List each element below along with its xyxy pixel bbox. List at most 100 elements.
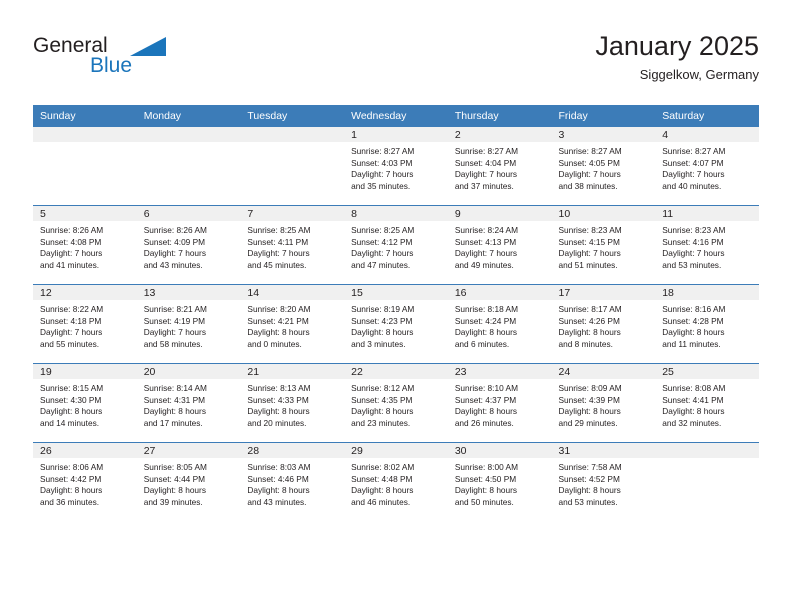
calendar-day-cell[interactable]: 24 Sunrise: 8:09 AM Sunset: 4:39 PM Dayligh… xyxy=(551,363,656,443)
day-sunrise-text: Sunrise: 8:21 AM xyxy=(143,304,207,314)
calendar-day-cell[interactable]: 11 Sunrise: 8:23 AM Sunset: 4:16 PM Dayligh… xyxy=(655,205,759,285)
day-sunset-text: Sunset: 4:28 PM xyxy=(662,315,724,326)
day-cell-details: Sunrise: 8:26 AM Sunset: 4:08 PM Daylight:… xyxy=(33,221,137,271)
calendar-day-cell[interactable]: 22 Sunrise: 8:12 AM Sunset: 4:35 PM Dayligh… xyxy=(344,363,448,443)
calendar-week-row: 1 Sunrise: 8:27 AM Sunset: 4:03 PM Daylight… xyxy=(33,127,759,206)
day-daylight1-text: Daylight: 8 hours xyxy=(143,406,206,417)
day-sunrise-text: Sunrise: 8:17 AM xyxy=(558,304,622,314)
day-sunset-text: Sunset: 4:11 PM xyxy=(247,236,309,247)
day-daylight2-text: and 45 minutes. xyxy=(247,259,307,270)
day-sunset-text: Sunset: 4:26 PM xyxy=(558,315,620,326)
day-daylight1-text: Daylight: 7 hours xyxy=(454,248,518,259)
day-cell-details: Sunrise: 8:18 AM Sunset: 4:24 PM Daylight:… xyxy=(448,300,552,350)
calendar-day-cell[interactable]: 20 Sunrise: 8:14 AM Sunset: 4:31 PM Dayligh… xyxy=(136,363,241,443)
calendar-week-row: 12 Sunrise: 8:22 AM Sunset: 4:18 PM Dayligh… xyxy=(33,284,759,364)
day-daylight1-text: Daylight: 8 hours xyxy=(247,406,310,417)
calendar-day-cell[interactable]: 5 Sunrise: 8:26 AM Sunset: 4:08 PM Daylight… xyxy=(33,205,137,285)
day-number: 17 xyxy=(551,285,656,300)
day-sunrise-text: Sunrise: 8:15 AM xyxy=(40,383,104,393)
calendar-day-cell[interactable]: 27 Sunrise: 8:05 AM Sunset: 4:44 PM Dayligh… xyxy=(136,442,241,521)
weekday-header-thursday: Thursday xyxy=(447,105,552,127)
calendar-day-cell[interactable]: 9 Sunrise: 8:24 AM Sunset: 4:13 PM Daylight… xyxy=(447,205,552,285)
day-daylight1-text: Daylight: 7 hours xyxy=(40,248,103,259)
day-cell-details: Sunrise: 8:22 AM Sunset: 4:18 PM Daylight:… xyxy=(33,300,137,350)
page-title: January 2025 xyxy=(595,31,759,61)
day-number: 28 xyxy=(240,443,345,458)
day-daylight2-text: and 47 minutes. xyxy=(351,259,411,270)
calendar-day-cell[interactable]: 7 Sunrise: 8:25 AM Sunset: 4:11 PM Daylight… xyxy=(240,205,345,285)
calendar-day-cell[interactable]: 29 Sunrise: 8:02 AM Sunset: 4:48 PM Dayligh… xyxy=(344,442,448,521)
calendar-day-cell[interactable]: 31 Sunrise: 7:58 AM Sunset: 4:52 PM Dayligh… xyxy=(551,442,656,521)
day-daylight2-text: and 20 minutes. xyxy=(247,417,307,428)
day-daylight1-text: Daylight: 8 hours xyxy=(454,406,518,417)
day-daylight1-text: Daylight: 8 hours xyxy=(247,485,310,496)
day-daylight2-text: and 32 minutes. xyxy=(662,417,722,428)
day-cell-details: Sunrise: 8:27 AM Sunset: 4:04 PM Daylight:… xyxy=(448,142,552,192)
calendar-day-cell[interactable]: 1 Sunrise: 8:27 AM Sunset: 4:03 PM Daylight… xyxy=(344,127,448,206)
day-sunset-text: Sunset: 4:19 PM xyxy=(143,315,206,326)
day-cell-details: Sunrise: 8:27 AM Sunset: 4:03 PM Daylight:… xyxy=(344,142,448,192)
calendar-day-cell[interactable]: 25 Sunrise: 8:08 AM Sunset: 4:41 PM Dayligh… xyxy=(655,363,759,443)
day-sunrise-text: Sunrise: 8:03 AM xyxy=(247,462,311,472)
day-sunrise-text: Sunrise: 8:23 AM xyxy=(662,225,726,235)
calendar-week-row: 26 Sunrise: 8:06 AM Sunset: 4:42 PM Dayligh… xyxy=(33,442,759,521)
day-number: 2 xyxy=(447,127,552,142)
calendar-day-cell[interactable]: 23 Sunrise: 8:10 AM Sunset: 4:37 PM Dayligh… xyxy=(447,363,552,443)
calendar-day-cell[interactable]: 12 Sunrise: 8:22 AM Sunset: 4:18 PM Dayligh… xyxy=(33,284,137,364)
calendar-day-cell[interactable]: 2 Sunrise: 8:27 AM Sunset: 4:04 PM Daylight… xyxy=(447,127,552,206)
day-sunrise-text: Sunrise: 8:08 AM xyxy=(662,383,726,393)
day-daylight1-text: Daylight: 8 hours xyxy=(558,327,621,338)
day-number: 22 xyxy=(344,364,448,379)
day-sunrise-text: Sunrise: 8:18 AM xyxy=(454,304,518,314)
day-daylight1-text: Daylight: 8 hours xyxy=(662,327,725,338)
calendar-day-cell[interactable]: 21 Sunrise: 8:13 AM Sunset: 4:33 PM Dayligh… xyxy=(240,363,345,443)
calendar-day-cell[interactable]: 13 Sunrise: 8:21 AM Sunset: 4:19 PM Dayligh… xyxy=(136,284,241,364)
day-daylight1-text: Daylight: 7 hours xyxy=(558,169,621,180)
calendar-day-cell[interactable]: 10 Sunrise: 8:23 AM Sunset: 4:15 PM Dayligh… xyxy=(551,205,656,285)
day-cell-details: Sunrise: 8:16 AM Sunset: 4:28 PM Daylight:… xyxy=(655,300,759,350)
day-daylight2-text: and 37 minutes. xyxy=(454,180,514,191)
day-sunset-text: Sunset: 4:41 PM xyxy=(662,394,724,405)
calendar-day-cell[interactable]: 26 Sunrise: 8:06 AM Sunset: 4:42 PM Dayligh… xyxy=(33,442,137,521)
calendar-day-cell[interactable]: 3 Sunrise: 8:27 AM Sunset: 4:05 PM Daylight… xyxy=(551,127,656,206)
day-sunset-text: Sunset: 4:13 PM xyxy=(454,236,517,247)
day-sunset-text: Sunset: 4:31 PM xyxy=(143,394,206,405)
day-number: 3 xyxy=(551,127,656,142)
day-sunrise-text: Sunrise: 8:23 AM xyxy=(558,225,622,235)
calendar-day-cell-empty xyxy=(33,127,137,206)
day-daylight1-text: Daylight: 7 hours xyxy=(247,248,310,259)
calendar-day-cell[interactable]: 15 Sunrise: 8:19 AM Sunset: 4:23 PM Dayligh… xyxy=(344,284,448,364)
calendar-day-cell[interactable]: 6 Sunrise: 8:26 AM Sunset: 4:09 PM Daylight… xyxy=(136,205,241,285)
day-cell-details: Sunrise: 7:58 AM Sunset: 4:52 PM Daylight:… xyxy=(552,458,656,508)
day-daylight2-text: and 6 minutes. xyxy=(454,338,510,349)
day-sunset-text: Sunset: 4:23 PM xyxy=(351,315,413,326)
calendar-day-cell[interactable]: 19 Sunrise: 8:15 AM Sunset: 4:30 PM Dayligh… xyxy=(33,363,137,443)
calendar-day-cell[interactable]: 4 Sunrise: 8:27 AM Sunset: 4:07 PM Daylight… xyxy=(655,127,759,206)
day-daylight1-text: Daylight: 7 hours xyxy=(662,248,725,259)
logo-text-blue: Blue xyxy=(90,54,133,77)
calendar-day-cell[interactable]: 17 Sunrise: 8:17 AM Sunset: 4:26 PM Dayligh… xyxy=(551,284,656,364)
day-sunset-text: Sunset: 4:48 PM xyxy=(351,473,413,484)
calendar-day-cell[interactable]: 30 Sunrise: 8:00 AM Sunset: 4:50 PM Dayligh… xyxy=(447,442,552,521)
calendar-day-cell[interactable]: 18 Sunrise: 8:16 AM Sunset: 4:28 PM Dayligh… xyxy=(655,284,759,364)
day-sunset-text: Sunset: 4:08 PM xyxy=(40,236,102,247)
day-daylight1-text: Daylight: 8 hours xyxy=(40,485,103,496)
weekday-header-wednesday: Wednesday xyxy=(344,105,448,127)
day-cell-details: Sunrise: 8:25 AM Sunset: 4:12 PM Daylight:… xyxy=(344,221,448,271)
day-daylight2-text: and 17 minutes. xyxy=(143,417,203,428)
calendar-day-cell[interactable]: 8 Sunrise: 8:25 AM Sunset: 4:12 PM Daylight… xyxy=(344,205,448,285)
day-sunset-text: Sunset: 4:05 PM xyxy=(558,157,620,168)
day-cell-details: Sunrise: 8:13 AM Sunset: 4:33 PM Daylight:… xyxy=(240,379,344,429)
day-daylight2-text: and 3 minutes. xyxy=(351,338,406,349)
day-number xyxy=(240,127,345,142)
day-cell-details: Sunrise: 8:10 AM Sunset: 4:37 PM Daylight:… xyxy=(448,379,552,429)
day-cell-details: Sunrise: 8:05 AM Sunset: 4:44 PM Daylight:… xyxy=(137,458,241,508)
calendar-day-cell[interactable]: 16 Sunrise: 8:18 AM Sunset: 4:24 PM Dayligh… xyxy=(447,284,552,364)
day-sunrise-text: Sunrise: 8:10 AM xyxy=(454,383,518,393)
day-sunset-text: Sunset: 4:52 PM xyxy=(558,473,620,484)
calendar-day-cell[interactable]: 28 Sunrise: 8:03 AM Sunset: 4:46 PM Dayligh… xyxy=(240,442,345,521)
day-cell-details: Sunrise: 8:14 AM Sunset: 4:31 PM Daylight:… xyxy=(137,379,241,429)
day-sunset-text: Sunset: 4:39 PM xyxy=(558,394,620,405)
calendar-day-cell[interactable]: 14 Sunrise: 8:20 AM Sunset: 4:21 PM Dayligh… xyxy=(240,284,345,364)
day-number: 8 xyxy=(344,206,448,221)
